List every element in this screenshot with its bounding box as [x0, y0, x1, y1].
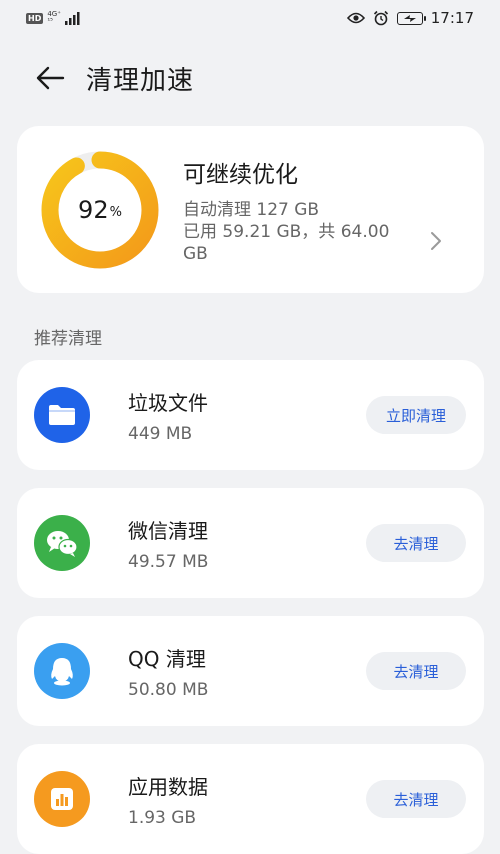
network-sub: ¹⁵ [47, 17, 53, 25]
item-text: 微信清理 49.57 MB [128, 515, 366, 572]
section-title: 推荐清理 [34, 329, 102, 349]
app-icon-app-data [34, 771, 90, 827]
item-text: QQ 清理 50.80 MB [128, 643, 366, 700]
battery-icon [396, 11, 426, 25]
list-item-app-data[interactable]: 应用数据 1.93 GB 去清理 [17, 744, 484, 854]
app-icon-qq [34, 643, 90, 699]
go-clean-button[interactable]: 去清理 [366, 524, 466, 562]
eye-icon [346, 12, 365, 24]
ring-label: 92% [41, 151, 159, 269]
app-icon-wechat [34, 515, 90, 571]
status-right: 17:17 [346, 9, 474, 27]
storage-usage-text: 已用 59.21 GB，共 64.00 GB [183, 221, 390, 264]
storage-summary-card[interactable]: 92% 可继续优化 自动清理 127 GB 已用 59.21 GB，共 64.0… [17, 126, 484, 293]
back-arrow-icon [36, 66, 65, 90]
go-clean-button[interactable]: 去清理 [366, 652, 466, 690]
usage-ring: 92% [41, 151, 159, 269]
back-button[interactable] [30, 58, 70, 98]
app-header: 清理加速 [0, 52, 500, 104]
app-icon-junk [34, 387, 90, 443]
item-name: 微信清理 [128, 518, 208, 543]
item-name: 应用数据 [128, 774, 208, 799]
item-text: 应用数据 1.93 GB [128, 771, 366, 828]
list-item-wechat[interactable]: 微信清理 49.57 MB 去清理 [17, 488, 484, 598]
chevron-right-icon [431, 232, 441, 250]
usage-percent: 92 [78, 195, 109, 224]
alarm-icon [373, 10, 388, 26]
item-size: 49.57 MB [128, 551, 209, 572]
list-item-junk-files[interactable]: 垃圾文件 449 MB 立即清理 [17, 360, 484, 470]
charging-bolt-icon [403, 14, 416, 22]
percent-unit: % [109, 205, 122, 220]
signal-icon [64, 11, 80, 25]
status-left: HD 4G⁺ ¹⁵ [26, 11, 81, 25]
auto-clean-text: 自动清理 127 GB [183, 199, 320, 220]
hd-badge: HD [26, 12, 44, 24]
page-title: 清理加速 [86, 65, 195, 96]
item-name: 垃圾文件 [128, 390, 208, 415]
network-indicator: 4G⁺ ¹⁵ [47, 11, 61, 25]
item-size: 1.93 GB [128, 807, 197, 828]
clean-now-button[interactable]: 立即清理 [366, 396, 466, 434]
list-item-qq[interactable]: QQ 清理 50.80 MB 去清理 [17, 616, 484, 726]
item-name: QQ 清理 [128, 646, 206, 671]
summary-title: 可继续优化 [183, 161, 298, 188]
qq-penguin-icon [51, 658, 73, 686]
item-size: 50.80 MB [128, 679, 209, 700]
summary-text: 可继续优化 自动清理 127 GB 已用 59.21 GB，共 64.00 GB [183, 155, 413, 265]
folder-icon [49, 405, 75, 425]
go-clean-button[interactable]: 去清理 [366, 780, 466, 818]
bar-chart-icon [51, 788, 73, 810]
item-size: 449 MB [128, 423, 193, 444]
status-bar: HD 4G⁺ ¹⁵ 17:17 [0, 0, 500, 36]
clock: 17:17 [430, 9, 474, 27]
wechat-icon [47, 531, 78, 557]
item-text: 垃圾文件 449 MB [128, 387, 366, 444]
